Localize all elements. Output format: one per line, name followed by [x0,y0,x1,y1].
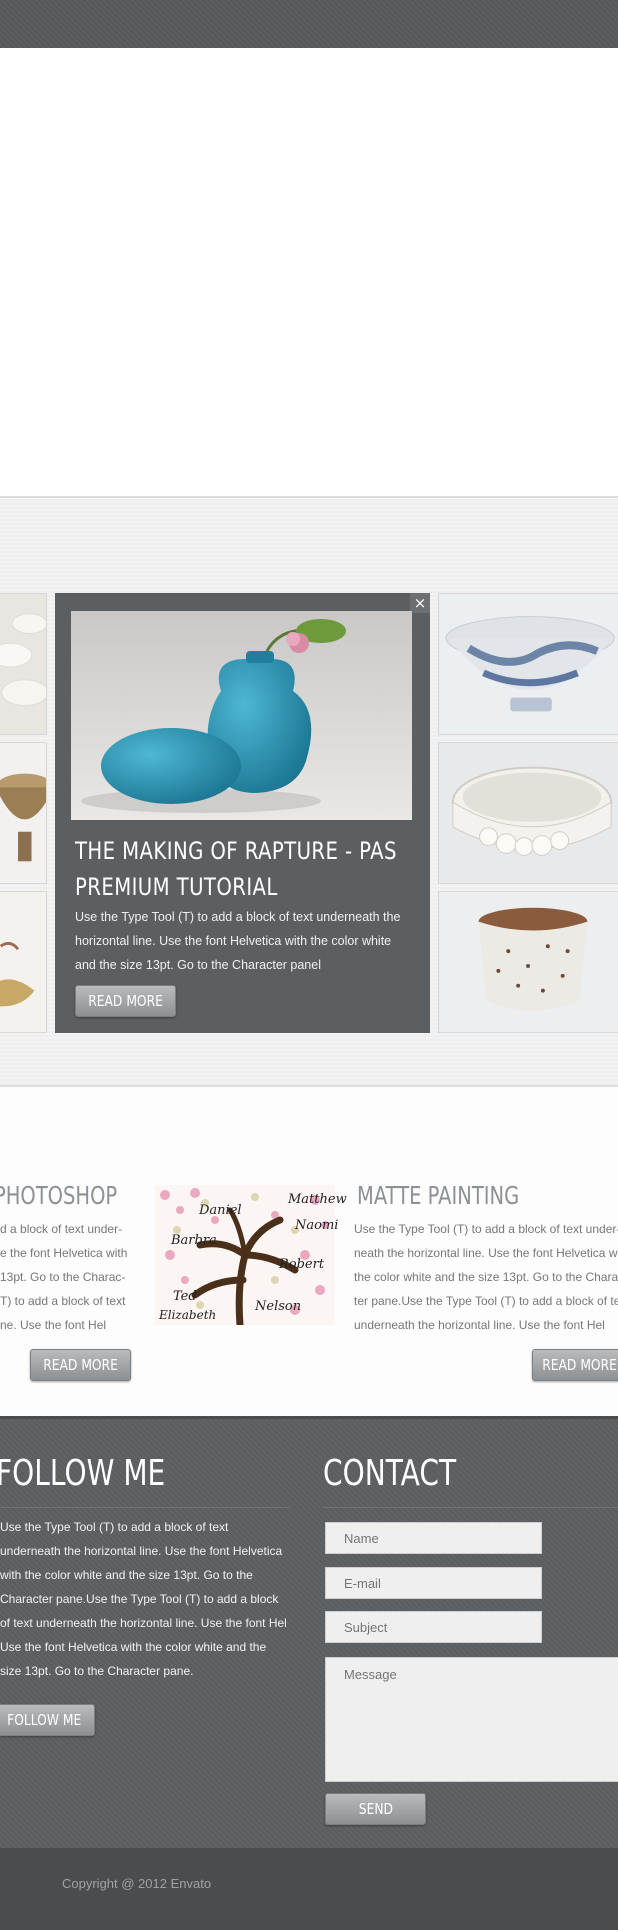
featured-post-excerpt: Use the Type Tool (T) to add a block of … [75,910,401,972]
painting-name: Naomi [295,1218,339,1233]
follow-me-button[interactable]: FOLLOW ME [0,1704,95,1736]
gallery-thumb-swirl-bowl[interactable] [438,593,618,735]
post-excerpt-line: the color white and the size 13pt. Go to… [354,1270,618,1284]
follow-me-text: Use the Type Tool (T) to add a block of … [0,1520,287,1678]
post-read-more-button[interactable]: READ MORE [532,1349,618,1381]
gallery-thumb-bowl-brown[interactable] [0,742,47,884]
name-field[interactable] [325,1522,542,1554]
footer-section: FOLLOW ME Use the Type Tool (T) to add a… [0,1416,618,1848]
follow-divider [0,1507,290,1508]
painting-name: Matthew [288,1192,347,1207]
featured-read-more-button[interactable]: READ MORE [75,985,176,1017]
painting-name: Ted [173,1289,197,1304]
post-read-more-button[interactable]: READ MORE [30,1349,131,1381]
follow-me-heading: FOLLOW ME [0,1453,166,1494]
contact-divider [323,1507,618,1508]
message-field[interactable] [325,1657,618,1782]
copyright-text: Copyright @ 2012 Envato [62,1876,212,1891]
contact-heading: CONTACT [323,1453,457,1494]
gallery-thumb-bowls-white[interactable] [0,593,47,735]
painting-name: Elizabeth [159,1308,217,1322]
gallery-thumb-flower-ring[interactable] [438,742,618,884]
post-read-more-label: READ MORE [43,1356,118,1374]
gallery-thumb-leaf-bowl[interactable] [0,891,47,1033]
post-excerpt-line: neath the horizontal line. Use the font … [354,1246,618,1260]
painting-name: Nelson [255,1299,302,1314]
post-title-photoshop[interactable]: PHOTOSHOP [0,1181,117,1210]
close-icon[interactable]: × [410,593,430,613]
hero-area [0,48,618,498]
post-excerpt-line: Use the Type Tool (T) to add a block of … [354,1222,618,1236]
painting-name: Robert [279,1257,325,1272]
post-excerpt-line: underneath the horizontal line. Use the … [354,1318,605,1332]
featured-vase-image [71,611,412,820]
send-button[interactable]: SEND [325,1793,426,1825]
blog-posts-section: PHOTOSHOP d a block of text under- e the… [0,1089,618,1416]
post-excerpt-line: ne. Use the font Hel [0,1318,107,1332]
gallery-thumb-speckled-cup[interactable] [438,891,618,1033]
matte-painting-image[interactable]: Daniel Matthew Naomi Barbra Robert Ted N… [155,1185,347,1329]
top-bar [0,0,618,48]
email-field[interactable] [325,1567,542,1599]
send-label: SEND [358,1800,393,1818]
painting-name: Daniel [199,1203,242,1218]
post-read-more-label: READ MORE [542,1356,618,1374]
post-excerpt-line: ter pane.Use the Type Tool (T) to add a … [354,1294,618,1308]
featured-post-title[interactable]: THE MAKING OF RAPTURE - PAS PREMIUM TUTO… [75,833,403,905]
featured-read-more-label: READ MORE [88,992,163,1010]
post-title-matte-painting[interactable]: MATTE PAINTING [357,1181,519,1210]
painting-name: Barbra [171,1233,217,1248]
copyright-bar: Copyright @ 2012 Envato [0,1848,618,1930]
post-excerpt-line: e the font Helvetica with [0,1246,128,1260]
post-excerpt-line: 13pt. Go to the Charac- [0,1270,126,1284]
post-excerpt-line: d a block of text under- [0,1222,123,1236]
featured-post-card: × THE MAKING OF RAPTURE - PAS PREMIUM TU… [55,593,430,1033]
post-excerpt-line: T) to add a block of text [0,1294,126,1308]
subject-field[interactable] [325,1611,542,1643]
follow-me-label: FOLLOW ME [7,1711,82,1729]
